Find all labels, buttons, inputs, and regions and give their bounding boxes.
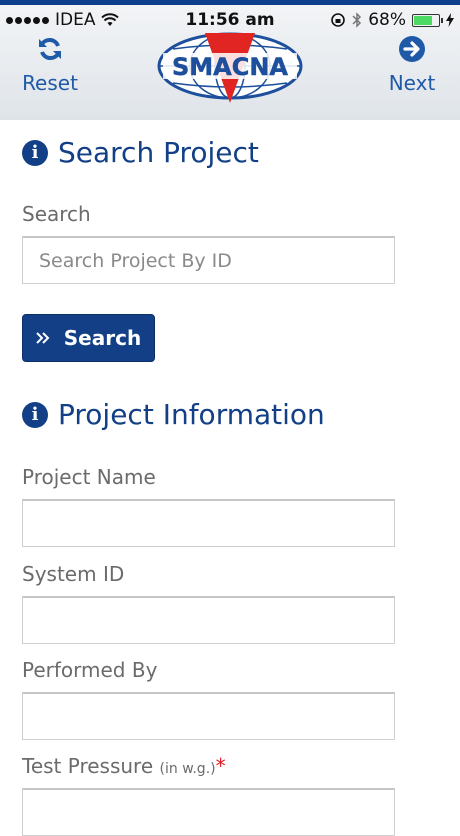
project-info-heading: i Project Information — [22, 398, 325, 431]
battery-icon — [412, 13, 443, 27]
test-pressure-input[interactable] — [22, 788, 395, 836]
battery-percent: 68% — [368, 10, 406, 30]
search-label: Search — [22, 202, 91, 226]
search-project-heading: i Search Project — [22, 136, 259, 169]
test-pressure-text: Test Pressure — [22, 754, 154, 778]
charging-icon — [446, 13, 454, 27]
performed-by-label: Performed By — [22, 658, 158, 682]
info-icon: i — [22, 139, 48, 166]
search-project-title: Search Project — [58, 136, 259, 169]
app-header: IDEA 11:56 am 68% Reset SMACNA Next — [0, 0, 460, 120]
reset-button[interactable]: Reset — [20, 35, 80, 95]
double-chevron-right-icon — [36, 332, 50, 344]
rotation-lock-icon — [331, 13, 346, 27]
refresh-icon — [39, 38, 61, 60]
info-icon: i — [22, 401, 48, 428]
search-button-label: Search — [63, 326, 142, 350]
project-name-input[interactable] — [22, 499, 395, 547]
smacna-logo: SMACNA — [155, 27, 305, 107]
reset-label: Reset — [22, 71, 78, 95]
test-pressure-label: Test Pressure (in w.g.)* — [22, 754, 226, 778]
test-pressure-unit: (in w.g.) — [159, 761, 216, 777]
project-info-title: Project Information — [58, 398, 325, 431]
next-label: Next — [388, 71, 436, 95]
arrow-right-circle-icon — [399, 36, 425, 62]
logo-wordmark: SMACNA — [172, 53, 288, 81]
project-name-label: Project Name — [22, 465, 156, 489]
search-button[interactable]: Search — [22, 314, 155, 362]
system-id-input[interactable] — [22, 596, 395, 644]
performed-by-input[interactable] — [22, 692, 395, 740]
next-button[interactable]: Next — [382, 35, 442, 95]
system-id-label: System ID — [22, 562, 125, 586]
search-input[interactable] — [22, 236, 395, 284]
bluetooth-icon — [352, 12, 362, 28]
required-marker: * — [215, 754, 226, 778]
